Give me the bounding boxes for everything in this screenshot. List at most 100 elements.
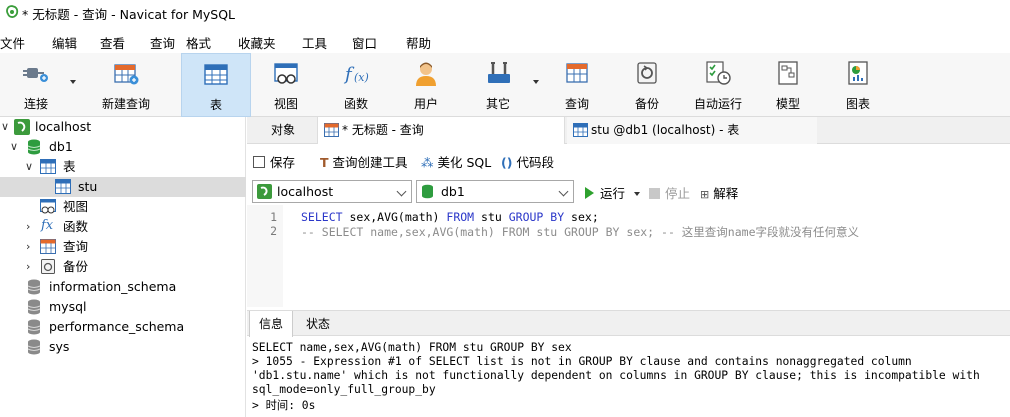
user-button[interactable]: 用户 <box>395 53 457 117</box>
view-button[interactable]: 视图 <box>255 53 317 117</box>
table-button[interactable]: 表 <box>181 53 251 117</box>
table-icon <box>204 64 228 85</box>
chart-label: 图表 <box>845 97 870 111</box>
query-toolbar: 保存 T 查询创建工具 ⁂ 美化 SQL () 代码段 <box>247 147 1010 175</box>
tree-item-sys[interactable]: sys <box>0 337 246 357</box>
other-dropdown-arrow-icon[interactable] <box>533 80 539 84</box>
collapse-chevron-icon[interactable]: ∨ <box>10 137 20 157</box>
menu-tools[interactable]: 工具 <box>302 33 327 52</box>
tree-label-tables: 表 <box>63 159 76 174</box>
function-button[interactable]: f (x) 函数 <box>325 53 387 117</box>
database-select-value: db1 <box>441 184 465 199</box>
tree-label-backups: 备份 <box>63 259 89 274</box>
query-button[interactable]: 查询 <box>548 53 606 117</box>
menu-file[interactable]: 文件 <box>0 33 25 52</box>
menu-window[interactable]: 窗口 <box>352 33 377 52</box>
tree-item-stu[interactable]: stu <box>0 177 246 197</box>
chevron-down-icon <box>558 186 569 197</box>
tab-objects-label: 对象 <box>271 123 296 137</box>
connection-select-value: localhost <box>277 184 334 199</box>
table-icon <box>55 179 71 194</box>
tree-label-queries: 查询 <box>63 239 89 254</box>
menu-query[interactable]: 查询 <box>150 33 175 52</box>
new-query-button[interactable]: 新建查询 <box>82 53 170 117</box>
query-icon <box>324 123 339 137</box>
tab-query-label: * 无标题 - 查询 <box>342 123 424 137</box>
code-snippet-button[interactable]: () 代码段 <box>501 152 554 171</box>
tab-query[interactable]: * 无标题 - 查询 <box>317 117 565 144</box>
model-button[interactable]: 模型 <box>760 53 816 117</box>
connect-button[interactable]: 连接 <box>4 53 76 117</box>
code-line-1: SELECT sex,AVG(math) FROM stu GROUP BY s… <box>301 210 599 224</box>
connect-dropdown-arrow-icon[interactable] <box>70 80 76 84</box>
tree-item-queries[interactable]: › 查询 <box>0 237 246 257</box>
tree-item-information-schema[interactable]: information_schema <box>0 277 246 297</box>
expand-chevron-icon[interactable]: › <box>26 257 36 277</box>
run-label: 运行 <box>600 186 626 201</box>
automation-button[interactable]: 自动运行 <box>684 53 752 117</box>
database-select[interactable]: db1 <box>416 180 574 203</box>
chevron-down-icon <box>396 186 407 197</box>
tab-table-stu-label: stu @db1 (localhost) - 表 <box>591 123 740 137</box>
message-line: SELECT name,sex,AVG(math) FROM stu GROUP… <box>252 341 572 354</box>
database-icon <box>27 299 41 315</box>
tree-label-views: 视图 <box>63 199 89 214</box>
expand-chevron-icon[interactable]: › <box>26 237 36 257</box>
backup-icon <box>41 259 55 274</box>
table-label: 表 <box>209 98 222 112</box>
menu-help[interactable]: 帮助 <box>406 33 431 52</box>
tree-item-localhost[interactable]: ∨ localhost <box>0 117 246 137</box>
tree-item-mysql[interactable]: mysql <box>0 297 246 317</box>
model-label: 模型 <box>775 97 800 111</box>
backup-button[interactable]: 备份 <box>618 53 676 117</box>
connection-tree: ∨ localhost ∨ db1 ∨ 表 stu 视图 › fx 函数 › 查… <box>0 117 246 417</box>
view-label: 视图 <box>273 97 298 111</box>
query-icon <box>40 239 56 254</box>
view-icon <box>40 199 56 214</box>
run-dropdown-arrow-icon[interactable] <box>634 192 640 196</box>
chart-icon <box>848 61 868 85</box>
chart-button[interactable]: 图表 <box>830 53 886 117</box>
expand-chevron-icon[interactable]: › <box>26 217 36 237</box>
tab-info[interactable]: 信息 <box>249 311 294 338</box>
connect-label: 连接 <box>23 97 48 111</box>
save-button[interactable]: 保存 <box>253 152 295 171</box>
collapse-chevron-icon[interactable]: ∨ <box>25 157 35 177</box>
connection-select[interactable]: localhost <box>252 180 412 203</box>
hammer-icon: T <box>320 155 329 170</box>
other-button[interactable]: 其它 <box>468 53 542 117</box>
view-icon <box>274 63 298 84</box>
title-bar: * 无标题 - 查询 - Navicat for MySQL <box>0 0 1010 24</box>
menu-format[interactable]: 格式 <box>186 33 211 52</box>
tree-item-views[interactable]: 视图 <box>0 197 246 217</box>
tree-item-backups[interactable]: › 备份 <box>0 257 246 277</box>
sql-text: sex,AVG(math) <box>342 210 447 224</box>
query-label: 查询 <box>564 97 589 111</box>
line-number: 1 <box>270 210 277 224</box>
explain-button[interactable]: ⊞ 解释 <box>700 183 738 202</box>
automation-icon <box>706 61 731 85</box>
sql-editor[interactable]: 1 2 SELECT sex,AVG(math) FROM stu GROUP … <box>247 205 1010 307</box>
menu-edit[interactable]: 编辑 <box>52 33 77 52</box>
database-icon <box>27 319 41 335</box>
navicat-logo-icon <box>6 5 19 18</box>
menu-favorites[interactable]: 收藏夹 <box>238 33 276 52</box>
document-tab-bar: 对象 * 无标题 - 查询 stu @db1 (localhost) - 表 <box>247 117 1010 144</box>
stop-button[interactable]: 停止 <box>649 183 690 202</box>
beautify-sql-button[interactable]: ⁂ 美化 SQL <box>421 152 491 171</box>
run-button[interactable]: 运行 <box>585 183 640 202</box>
sql-text: stu <box>474 210 509 224</box>
menu-view[interactable]: 查看 <box>100 33 125 52</box>
tree-item-db1[interactable]: ∨ db1 <box>0 137 246 157</box>
tab-status[interactable]: 状态 <box>297 311 339 337</box>
tab-table-stu[interactable]: stu @db1 (localhost) - 表 <box>567 117 817 144</box>
query-selector-bar: localhost db1 运行 停止 ⊞ 解释 <box>247 177 1010 205</box>
tree-item-functions[interactable]: › fx 函数 <box>0 217 246 237</box>
tab-objects[interactable]: 对象 <box>263 117 323 144</box>
tree-item-performance-schema[interactable]: performance_schema <box>0 317 246 337</box>
query-icon <box>566 63 588 83</box>
collapse-chevron-icon[interactable]: ∨ <box>1 117 11 137</box>
tree-item-tables[interactable]: ∨ 表 <box>0 157 246 177</box>
query-builder-button[interactable]: T 查询创建工具 <box>320 152 408 171</box>
explain-icon: ⊞ <box>700 188 710 201</box>
